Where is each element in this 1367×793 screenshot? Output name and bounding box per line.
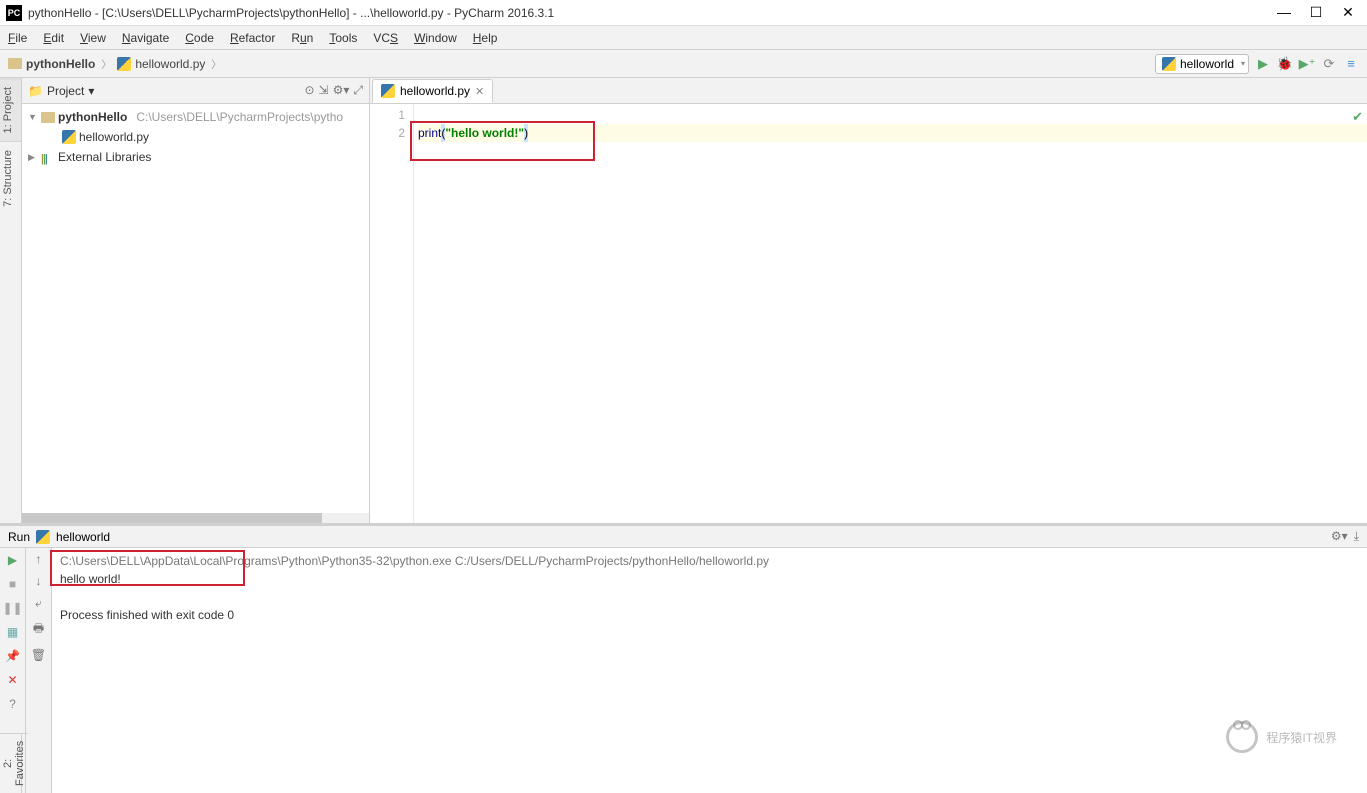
window-title: pythonHello - [C:\Users\DELL\PycharmProj…: [28, 6, 1277, 20]
pin-icon[interactable]: 📌: [5, 648, 21, 664]
minimize-button[interactable]: —: [1277, 4, 1291, 21]
stop-run-button[interactable]: ■: [5, 576, 21, 592]
up-arrow-icon[interactable]: ↑: [36, 552, 42, 566]
menu-vcs[interactable]: VCS: [373, 31, 398, 45]
breadcrumb-project[interactable]: pythonHello: [26, 57, 95, 71]
gear-icon[interactable]: ⚙▾: [333, 83, 350, 98]
menu-bar: File Edit View Navigate Code Refactor Ru…: [0, 26, 1367, 50]
menu-tools[interactable]: Tools: [329, 31, 357, 45]
sidebar-tab-project[interactable]: 1: Project: [0, 78, 21, 141]
folder-icon: [41, 112, 55, 123]
expand-arrow-icon[interactable]: ▼: [28, 112, 38, 122]
menu-code[interactable]: Code: [185, 31, 214, 45]
run-coverage-button[interactable]: ▶⁺: [1299, 56, 1315, 72]
editor-tab[interactable]: helloworld.py ✕: [372, 79, 493, 103]
down-arrow-icon[interactable]: ↓: [36, 574, 42, 588]
close-run-button[interactable]: ✕: [5, 672, 21, 688]
tree-file[interactable]: helloworld.py: [79, 130, 149, 144]
console-stdout: hello world!: [60, 570, 1359, 588]
stop-button[interactable]: ⟳: [1321, 56, 1337, 72]
breadcrumb-file[interactable]: helloworld.py: [135, 57, 205, 71]
python-file-icon: [1162, 57, 1176, 71]
editor-tab-label: helloworld.py: [400, 84, 470, 98]
clear-icon[interactable]: 🗑: [31, 648, 46, 662]
toolbar-icon[interactable]: ≡: [1343, 56, 1359, 72]
pycharm-logo-icon: PC: [6, 5, 22, 21]
expand-arrow-icon[interactable]: ▶: [28, 152, 38, 163]
run-config-label: helloworld: [1180, 57, 1234, 71]
hide-icon[interactable]: ⤢: [353, 83, 363, 98]
run-panel-config: helloworld: [56, 530, 110, 544]
debug-button[interactable]: 🐞: [1277, 56, 1293, 72]
python-file-icon: [381, 84, 395, 98]
menu-window[interactable]: Window: [414, 31, 457, 45]
left-tool-strip: 1: Project 7: Structure: [0, 78, 22, 523]
gear-icon[interactable]: ⚙▾: [1331, 529, 1348, 544]
line-number: 2: [370, 124, 405, 142]
editor-area: helloworld.py ✕ 1 2 print("hello world!"…: [370, 78, 1367, 523]
sidebar-tab-structure[interactable]: 7: Structure: [0, 141, 21, 215]
tree-project-path: C:\Users\DELL\PycharmProjects\pytho: [136, 110, 343, 124]
run-config-selector[interactable]: helloworld: [1155, 54, 1249, 74]
menu-edit[interactable]: Edit: [43, 31, 64, 45]
watermark: 程序猿IT视界: [1226, 721, 1337, 753]
scroll-from-source-icon[interactable]: ⊙: [304, 83, 314, 98]
horizontal-scrollbar[interactable]: [22, 513, 369, 523]
watermark-text: 程序猿IT视界: [1266, 729, 1337, 746]
menu-run[interactable]: Run: [291, 31, 313, 45]
chevron-right-icon: 〉: [211, 56, 221, 71]
close-button[interactable]: ✕: [1341, 4, 1355, 21]
project-tree[interactable]: ▼ pythonHello C:\Users\DELL\PycharmProje…: [22, 104, 369, 523]
print-icon[interactable]: 🖶: [33, 619, 44, 640]
tree-project-root[interactable]: pythonHello: [58, 110, 127, 124]
sidebar-tab-favorites[interactable]: 2: Favorites: [0, 733, 28, 793]
run-button[interactable]: ▶: [1255, 56, 1271, 72]
console-command: C:\Users\DELL\AppData\Local\Programs\Pyt…: [60, 552, 1359, 570]
project-tool-window: 📁 Project ▾ ⊙ ⇲ ⚙▾ ⤢ ▼ pythonHello C:\Us…: [22, 78, 370, 523]
python-file-icon: [36, 530, 50, 544]
console-exit: Process finished with exit code 0: [60, 606, 1359, 624]
menu-refactor[interactable]: Refactor: [230, 31, 275, 45]
layout-icon[interactable]: ▦: [5, 624, 21, 640]
folder-icon: [8, 58, 22, 69]
collapse-all-icon[interactable]: ⇲: [319, 83, 329, 98]
rerun-button[interactable]: ▶: [5, 552, 21, 568]
run-tool-window: Run helloworld ⚙▾ ⤓ ▶ ■ ❚❚ ▦ 📌 ✕ ? ↑ ↓ ⤶…: [0, 523, 1367, 793]
menu-file[interactable]: File: [8, 31, 27, 45]
menu-navigate[interactable]: Navigate: [122, 31, 169, 45]
close-tab-icon[interactable]: ✕: [475, 85, 484, 98]
watermark-icon: [1226, 721, 1258, 753]
chevron-right-icon: 〉: [101, 56, 111, 71]
libraries-icon: [41, 151, 55, 163]
run-panel-label[interactable]: Run: [8, 530, 30, 544]
navigation-bar: pythonHello 〉 helloworld.py 〉 helloworld…: [0, 50, 1367, 78]
maximize-button[interactable]: ☐: [1309, 4, 1323, 21]
tree-external-libs[interactable]: External Libraries: [58, 150, 151, 164]
line-number: 1: [370, 106, 405, 124]
project-panel-title[interactable]: 📁 Project ▾: [28, 84, 94, 98]
python-file-icon: [62, 130, 76, 144]
line-number-gutter: 1 2: [370, 104, 414, 523]
title-bar: PC pythonHello - [C:\Users\DELL\PycharmP…: [0, 0, 1367, 26]
hide-icon[interactable]: ⤓: [1354, 529, 1359, 544]
console-output[interactable]: C:\Users\DELL\AppData\Local\Programs\Pyt…: [52, 548, 1367, 793]
editor-tab-bar: helloworld.py ✕: [370, 78, 1367, 104]
soft-wrap-icon[interactable]: ⤶: [35, 596, 42, 611]
menu-help[interactable]: Help: [473, 31, 498, 45]
menu-view[interactable]: View: [80, 31, 106, 45]
inspection-ok-icon[interactable]: ✔: [1352, 108, 1363, 126]
code-editor[interactable]: print("hello world!") ✔: [414, 104, 1367, 523]
help-icon[interactable]: ?: [5, 696, 21, 712]
run-toolbar-2: ↑ ↓ ⤶ 🖶 🗑: [26, 548, 52, 793]
python-file-icon: [117, 57, 131, 71]
pause-button[interactable]: ❚❚: [5, 600, 21, 616]
